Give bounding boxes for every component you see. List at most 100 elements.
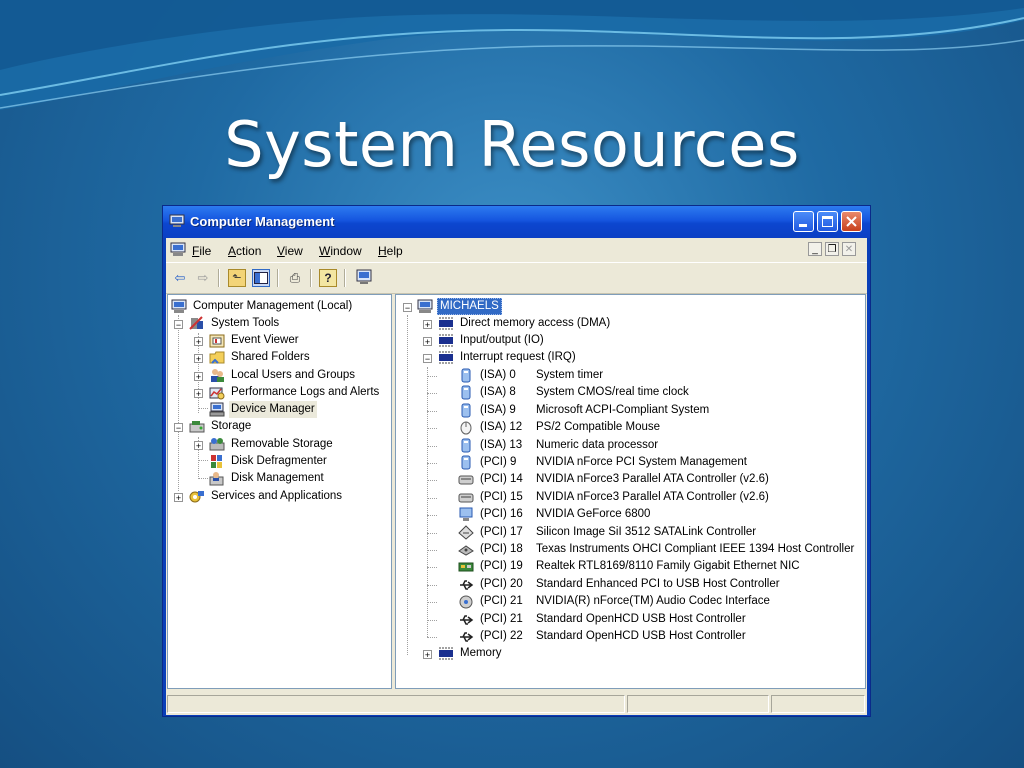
tree-item-label: Direct memory access (DMA) bbox=[460, 317, 611, 329]
menu-view[interactable]: View bbox=[277, 244, 303, 258]
irq-number: (ISA) 12 bbox=[480, 421, 523, 434]
menu-file[interactable]: File bbox=[192, 244, 211, 258]
menu-window[interactable]: Window bbox=[319, 244, 362, 258]
irq-device-name: Standard Enhanced PCI to USB Host Contro… bbox=[536, 577, 780, 590]
usb-icon bbox=[460, 632, 474, 642]
help-button[interactable]: ? bbox=[319, 269, 337, 287]
window-titlebar[interactable]: Computer Management bbox=[163, 206, 870, 238]
tree-connector bbox=[427, 367, 428, 637]
irq-number: (PCI) 22 bbox=[480, 630, 523, 642]
expand-icon[interactable]: + bbox=[174, 493, 183, 503]
irq-device-label: (PCI) 21 Standard OpenHCD USB Host Contro… bbox=[478, 611, 748, 628]
mdi-close-button[interactable]: ✕ bbox=[842, 242, 856, 256]
minimize-icon bbox=[799, 224, 807, 227]
status-cell bbox=[627, 695, 769, 713]
irq-device-name: NVIDIA nForce PCI System Management bbox=[536, 456, 747, 468]
tree-connector bbox=[198, 478, 208, 479]
services-icon bbox=[189, 491, 204, 503]
tree-connector bbox=[198, 460, 208, 461]
irq-device-label: (ISA) 13 Numeric data processor bbox=[478, 437, 660, 454]
show-hide-tree-button[interactable] bbox=[252, 269, 270, 287]
expand-icon[interactable]: + bbox=[194, 337, 203, 347]
collapse-icon[interactable]: − bbox=[174, 320, 183, 330]
menu-file-label: ile bbox=[199, 244, 212, 258]
irq-device-label: (PCI) 18 Texas Instruments OHCI Compliant… bbox=[478, 541, 856, 558]
expand-icon[interactable]: + bbox=[194, 441, 203, 451]
maximize-button[interactable] bbox=[817, 211, 838, 232]
collapse-icon[interactable]: − bbox=[403, 303, 412, 313]
computer-management-icon bbox=[169, 214, 185, 227]
collapse-icon[interactable]: − bbox=[174, 423, 183, 433]
properties-icon bbox=[356, 269, 372, 284]
event-viewer-icon bbox=[209, 334, 225, 348]
status-bar bbox=[166, 693, 867, 715]
ide-controller-icon bbox=[458, 493, 474, 503]
irq-number: (ISA) 8 bbox=[480, 386, 516, 399]
tree-item-label: Services and Applications bbox=[211, 490, 343, 502]
window-client-area: File Action View Window Help _ ❐ ✕ ⇦ ⇨ ⬑… bbox=[166, 238, 867, 715]
tree-item-label: Memory bbox=[460, 647, 502, 659]
irq-device-label: (PCI) 15 NVIDIA nForce3 Parallel ATA Cont… bbox=[478, 489, 771, 506]
print-button[interactable]: ⎙ bbox=[286, 269, 304, 287]
tree-connector bbox=[427, 532, 437, 534]
forward-button[interactable]: ⇨ bbox=[194, 269, 212, 287]
system-device-icon bbox=[461, 385, 471, 400]
expand-icon[interactable]: + bbox=[194, 372, 203, 382]
mdi-restore-button[interactable]: ❐ bbox=[825, 242, 839, 256]
menu-action[interactable]: Action bbox=[228, 244, 261, 258]
close-icon bbox=[846, 216, 857, 227]
toolbar: ⇦ ⇨ ⬑ ⎙ ? bbox=[166, 262, 867, 294]
close-button[interactable] bbox=[841, 211, 862, 232]
removable-storage-icon bbox=[209, 438, 225, 451]
tree-item-label: Disk Defragmenter bbox=[231, 455, 327, 467]
minimize-button[interactable] bbox=[793, 211, 814, 232]
back-button[interactable]: ⇦ bbox=[171, 269, 189, 287]
irq-number: (PCI) 15 bbox=[480, 490, 523, 503]
tree-connector bbox=[427, 567, 437, 569]
expand-icon[interactable]: + bbox=[423, 337, 432, 347]
irq-device-name: Microsoft ACPI-Compliant System bbox=[536, 403, 710, 416]
mdi-minimize-button[interactable]: _ bbox=[808, 242, 822, 256]
irq-device-name: Standard OpenHCD USB Host Controller bbox=[536, 612, 746, 625]
irq-device-label: (PCI) 14 NVIDIA nForce3 Parallel ATA Cont… bbox=[478, 471, 771, 488]
tree-connector bbox=[427, 550, 437, 551]
expand-icon[interactable]: + bbox=[423, 650, 432, 660]
toolbar-separator bbox=[277, 269, 279, 287]
expand-icon[interactable]: + bbox=[194, 389, 203, 399]
system-device-icon bbox=[461, 438, 471, 453]
up-folder-icon: ⬑ bbox=[232, 272, 242, 284]
irq-device-name: Standard OpenHCD USB Host Controller bbox=[536, 630, 746, 642]
system-tools-icon bbox=[189, 316, 203, 330]
users-icon bbox=[211, 369, 224, 382]
tree-item-label: Local Users and Groups bbox=[231, 369, 356, 381]
computer-management-icon bbox=[170, 242, 186, 256]
tree-item-label: Computer Management (Local) bbox=[193, 300, 353, 312]
tree-connector bbox=[427, 463, 437, 464]
menu-help-accel: H bbox=[378, 244, 387, 258]
irq-number: (PCI) 16 bbox=[480, 508, 523, 521]
tree-connector bbox=[427, 619, 437, 621]
tree-connector bbox=[427, 584, 437, 586]
toolbar-separator bbox=[310, 269, 312, 287]
tree-connector bbox=[427, 602, 437, 604]
collapse-icon[interactable]: − bbox=[423, 354, 432, 364]
menu-help[interactable]: Help bbox=[378, 244, 403, 258]
close-icon: ✕ bbox=[844, 244, 854, 255]
expand-icon[interactable]: + bbox=[423, 320, 432, 330]
device-list-pane[interactable]: − MICHAELS + Direct memory access (DMA) … bbox=[395, 294, 866, 689]
firewire-icon bbox=[458, 545, 474, 556]
system-device-icon bbox=[461, 368, 471, 383]
irq-device-name: NVIDIA nForce3 Parallel ATA Controller (… bbox=[536, 473, 769, 486]
irq-device-name: Silicon Image SiI 3512 SATALink Controll… bbox=[536, 525, 757, 538]
properties-button[interactable] bbox=[355, 269, 373, 287]
tree-connector bbox=[407, 315, 408, 655]
restore-icon: ❐ bbox=[827, 244, 837, 255]
audio-icon bbox=[459, 595, 473, 609]
tree-connector bbox=[427, 497, 437, 499]
console-tree-pane[interactable]: Computer Management (Local) − System Too… bbox=[167, 294, 392, 689]
maximize-icon bbox=[822, 216, 833, 227]
tree-item-label: MICHAELS bbox=[437, 298, 502, 315]
performance-logs-icon bbox=[209, 387, 225, 400]
up-one-level-button[interactable]: ⬑ bbox=[228, 269, 246, 287]
expand-icon[interactable]: + bbox=[194, 354, 203, 364]
